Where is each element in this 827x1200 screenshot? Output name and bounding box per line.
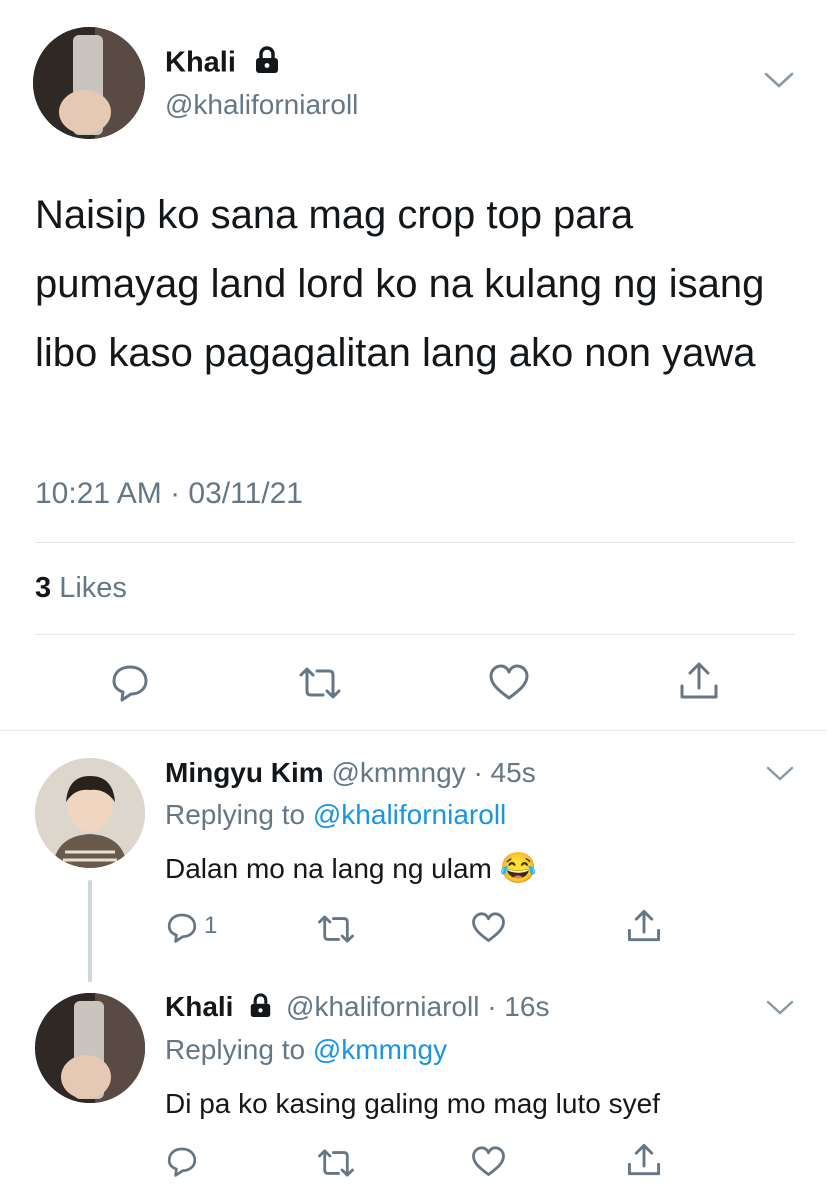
- reply-text: Di pa ko kasing galing mo mag luto syef: [165, 1088, 660, 1119]
- chevron-down-icon[interactable]: [763, 70, 795, 92]
- replying-label: Replying to: [165, 799, 306, 830]
- display-name[interactable]: Khali: [165, 47, 236, 79]
- mention-link[interactable]: @khaliforniaroll: [313, 799, 506, 830]
- share-icon[interactable]: [626, 1142, 662, 1178]
- avatar[interactable]: [33, 27, 145, 139]
- chevron-down-icon[interactable]: [765, 998, 795, 1018]
- avatar[interactable]: [35, 993, 145, 1103]
- chevron-down-icon[interactable]: [765, 764, 795, 784]
- username[interactable]: @kmmngy: [331, 757, 465, 788]
- reply-text: Dalan mo na lang ng ulam: [165, 853, 492, 884]
- mention-link[interactable]: @kmmngy: [313, 1034, 447, 1065]
- likes-count: 3: [35, 572, 52, 604]
- reply-icon[interactable]: [166, 1145, 198, 1177]
- username[interactable]: @khaliforniaroll: [286, 991, 479, 1022]
- divider: [0, 730, 827, 731]
- like-icon[interactable]: [488, 664, 530, 702]
- reply-time[interactable]: · 16s: [487, 991, 549, 1022]
- display-name[interactable]: Mingyu Kim: [165, 757, 324, 788]
- reply-time[interactable]: · 45s: [473, 757, 535, 788]
- divider: [35, 542, 795, 543]
- avatar[interactable]: [35, 758, 145, 868]
- thread-line: [88, 880, 92, 982]
- likes-label: Likes: [59, 572, 127, 604]
- retweet-icon[interactable]: [316, 913, 356, 945]
- likes-stat[interactable]: 3 Likes: [35, 572, 127, 605]
- tweet-timestamp[interactable]: 10:21 AM · 03/11/21: [35, 477, 303, 511]
- retweet-icon[interactable]: [316, 1147, 356, 1179]
- reply-icon[interactable]: [166, 911, 198, 943]
- replying-label: Replying to: [165, 1034, 306, 1065]
- like-icon[interactable]: [471, 1146, 506, 1178]
- reply-count: 1: [204, 912, 218, 939]
- divider: [35, 634, 795, 635]
- display-name[interactable]: Khali: [165, 991, 233, 1022]
- reply-icon[interactable]: [110, 662, 150, 702]
- tweet-text: Naisip ko sana mag crop top para pumayag…: [35, 193, 765, 375]
- username[interactable]: @khaliforniaroll: [165, 89, 358, 121]
- lock-icon: [254, 46, 280, 82]
- share-icon[interactable]: [678, 660, 720, 702]
- share-icon[interactable]: [626, 908, 662, 944]
- laughing-emoji-icon: 😂: [499, 852, 538, 885]
- like-icon[interactable]: [471, 912, 506, 944]
- lock-icon: [249, 993, 272, 1025]
- retweet-icon[interactable]: [297, 665, 343, 701]
